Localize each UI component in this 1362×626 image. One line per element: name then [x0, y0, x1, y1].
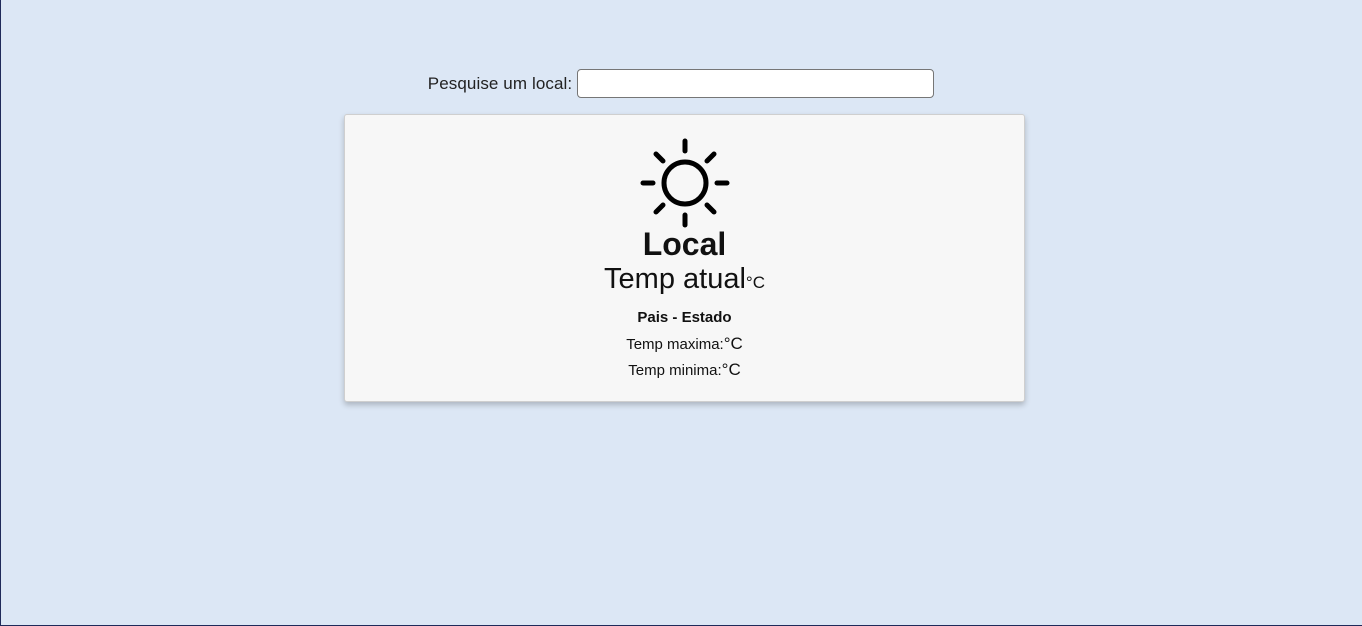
- sun-icon: [640, 138, 730, 228]
- search-input[interactable]: [577, 69, 935, 98]
- max-temperature-unit: °C: [723, 334, 743, 353]
- max-temperature: Temp maxima:°C: [345, 333, 1024, 356]
- search-bar: Pesquise um local:: [0, 68, 1362, 99]
- min-temperature: Temp minima:°C: [345, 359, 1024, 382]
- max-temperature-label: Temp maxima:: [626, 336, 724, 353]
- current-temperature-value: Temp atual: [604, 263, 746, 295]
- min-temperature-label: Temp minima:: [628, 362, 722, 379]
- country-state: Pais - Estado: [637, 309, 732, 326]
- weather-card: Local Temp atual°C Pais - Estado Temp ma…: [344, 114, 1025, 402]
- place-title: Local: [642, 226, 727, 262]
- min-temperature-unit: °C: [721, 360, 741, 379]
- current-temperature-unit: °C: [745, 273, 765, 292]
- search-label: Pesquise um local:: [427, 73, 573, 93]
- current-temperature: Temp atual°C: [345, 261, 1024, 301]
